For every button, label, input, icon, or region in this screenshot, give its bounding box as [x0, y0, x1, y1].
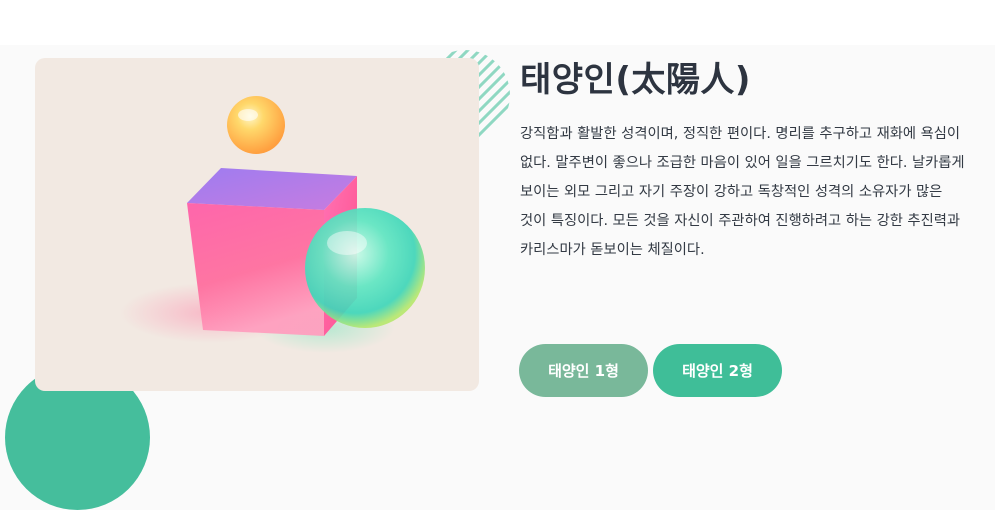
- top-background-band: [0, 0, 995, 45]
- hero-illustration-card: [35, 58, 479, 391]
- type-2-button[interactable]: 태양인 2형: [653, 344, 782, 397]
- page-title: 태양인(太陽人): [520, 60, 751, 100]
- glass-cube-and-spheres-illustration: [120, 96, 425, 353]
- constitution-description: 강직함과 활발한 성격이며, 정직한 편이다. 명리를 추구하고 재화에 욕심이…: [520, 126, 965, 258]
- type-1-button[interactable]: 태양인 1형: [519, 344, 648, 397]
